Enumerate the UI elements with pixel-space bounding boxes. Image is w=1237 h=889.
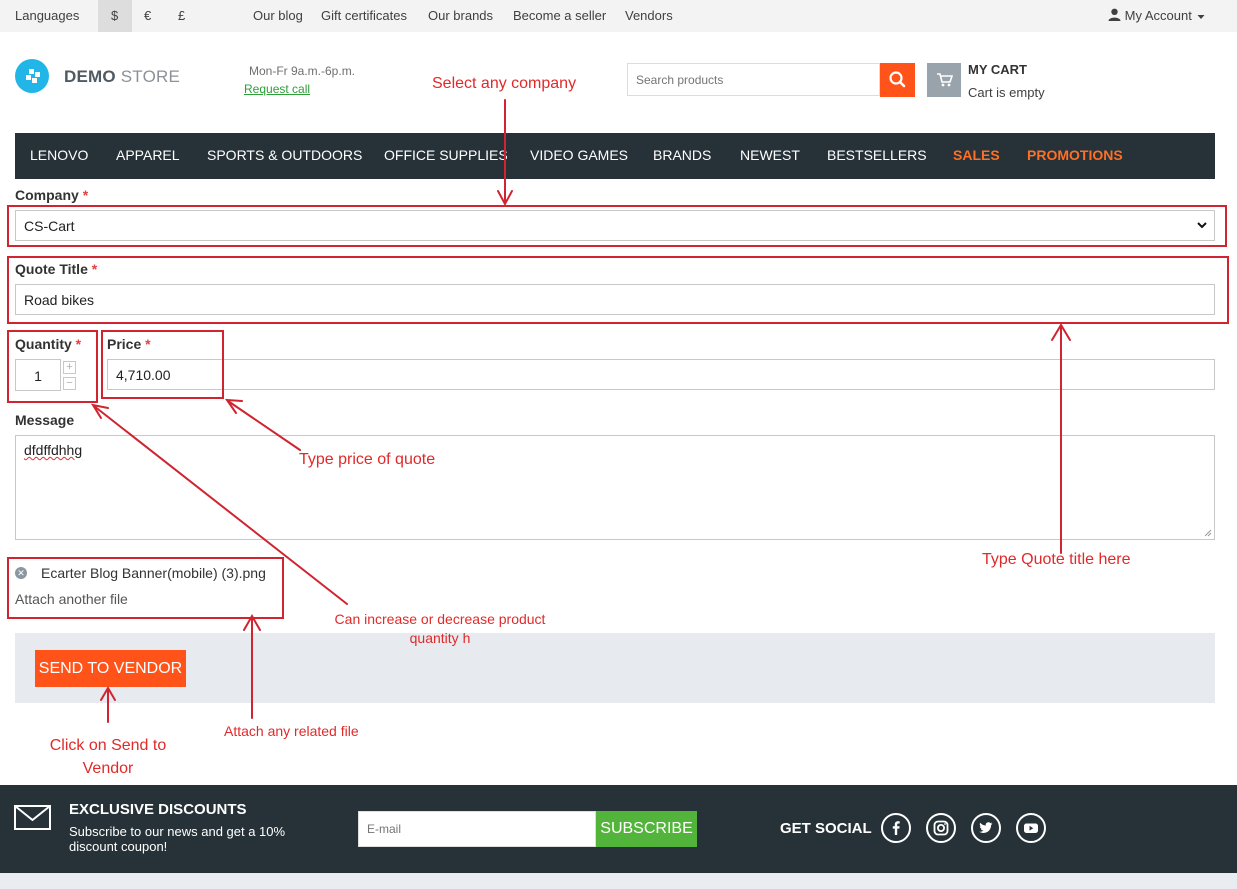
- get-social-label: GET SOCIAL: [780, 820, 872, 837]
- email-box: [358, 811, 596, 847]
- facebook-icon[interactable]: [881, 813, 911, 843]
- annotation-quantity-note: Can increase or decrease product quantit…: [334, 611, 546, 646]
- annotation-attach-note: Attach any related file: [224, 723, 359, 739]
- instagram-icon[interactable]: [926, 813, 956, 843]
- twitter-icon[interactable]: [971, 813, 1001, 843]
- youtube-icon[interactable]: [1016, 813, 1046, 843]
- envelope-icon: [14, 805, 51, 830]
- footer-bottom-strip: [0, 873, 1237, 889]
- annotation-arrows: [90, 99, 1071, 723]
- newsletter-email-input[interactable]: [359, 812, 595, 846]
- newsletter-subtitle: Subscribe to our news and get a 10% disc…: [69, 824, 286, 854]
- annotation-type-price: Type price of quote: [299, 451, 436, 468]
- subscribe-button[interactable]: SUBSCRIBE: [596, 811, 697, 847]
- annotation-send-note: Click on Send to Vendor: [49, 737, 167, 777]
- annotation-select-company: Select any company: [432, 75, 577, 92]
- newsletter-title: EXCLUSIVE DISCOUNTS: [69, 801, 247, 818]
- annotation-type-title: Type Quote title here: [982, 551, 1131, 568]
